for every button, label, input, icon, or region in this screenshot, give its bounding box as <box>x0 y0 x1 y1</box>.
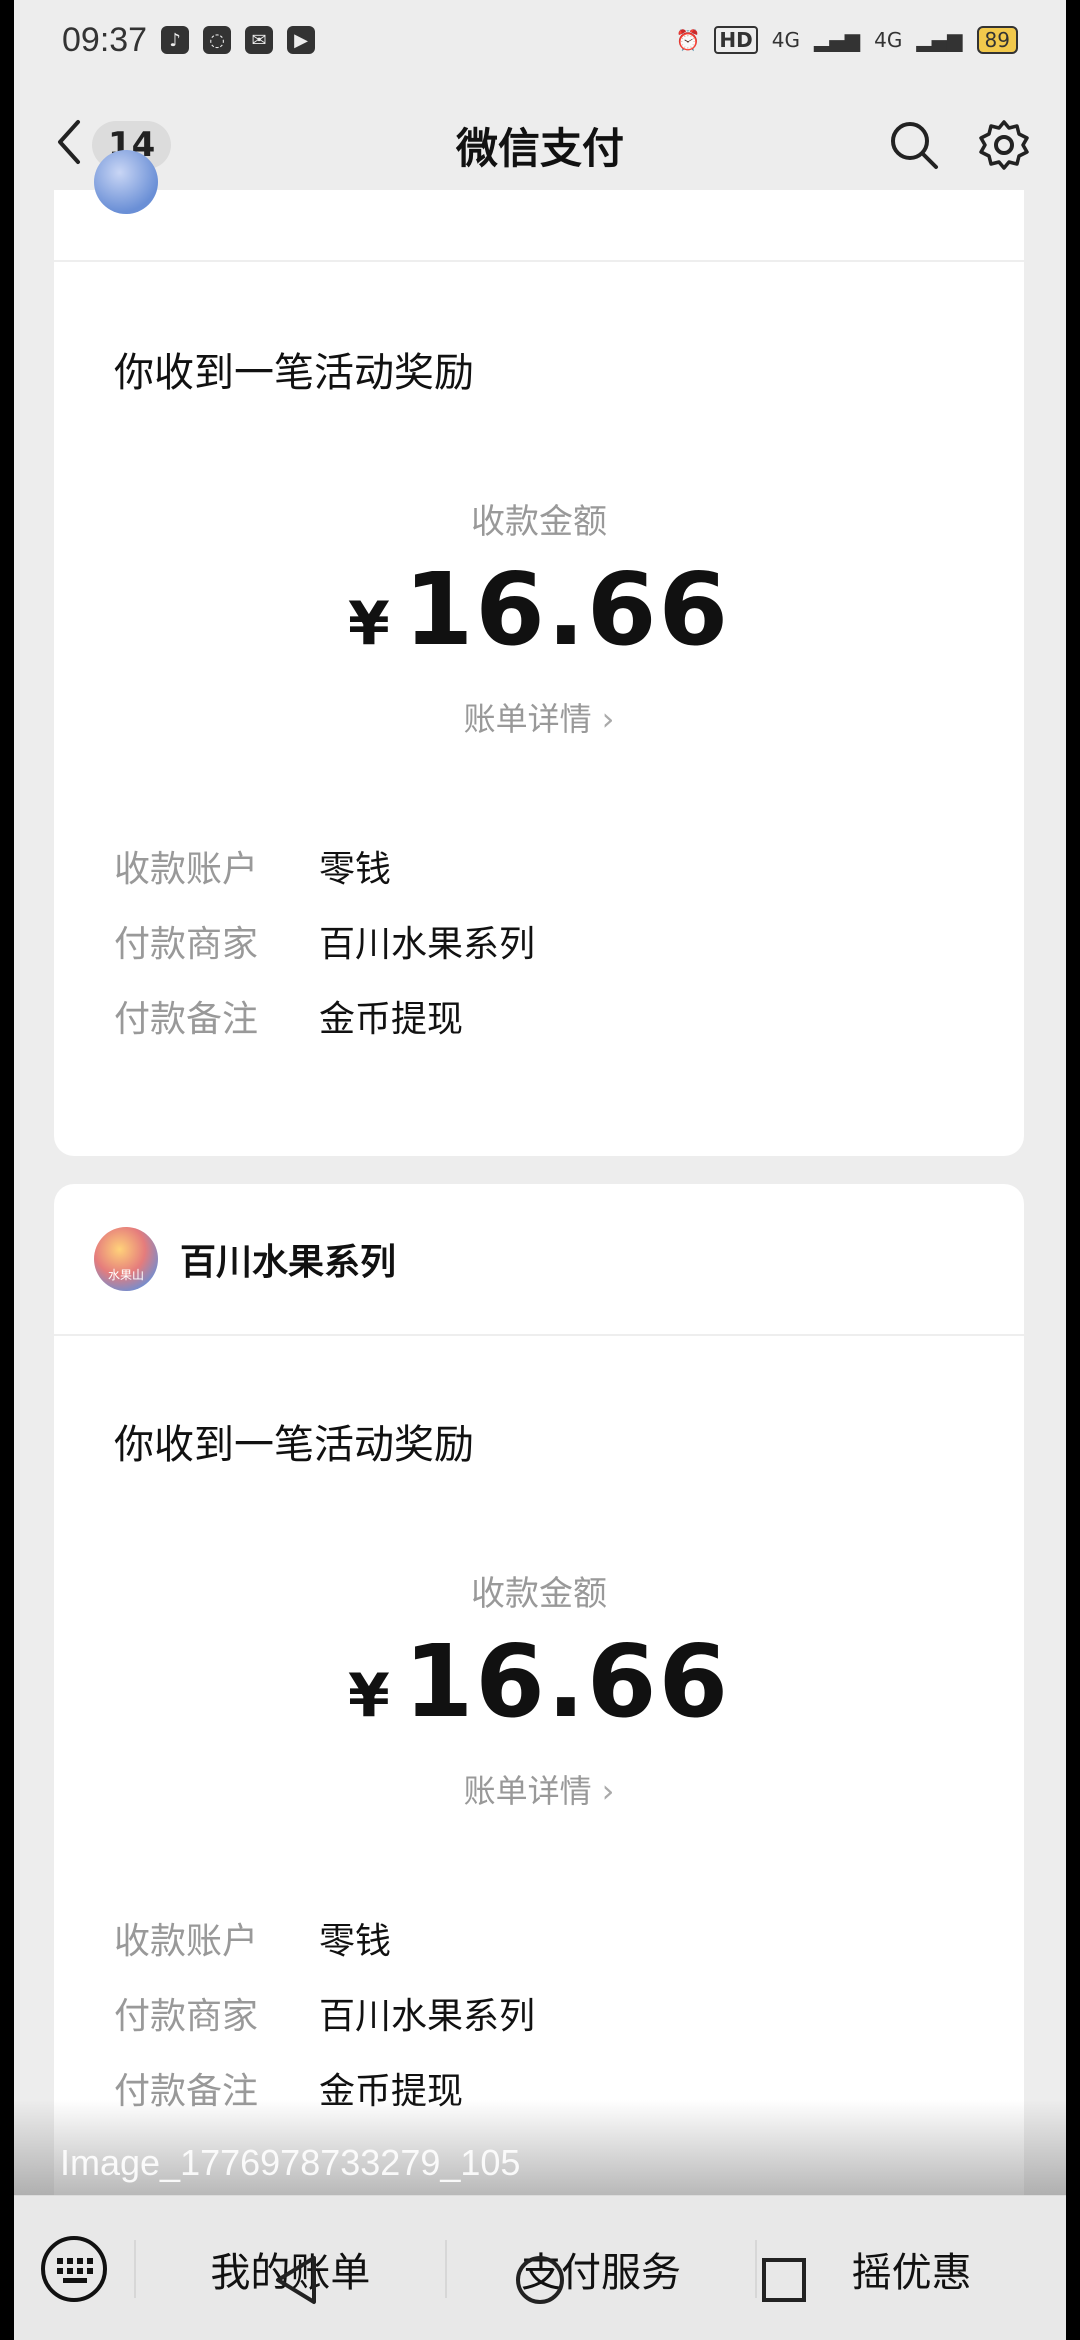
detail-row: 付款商家 百川水果系列 <box>114 903 1024 978</box>
message-title: 你收到一笔活动奖励 <box>114 1422 474 1468</box>
nav-home-icon[interactable] <box>510 2250 570 2310</box>
alarm-icon: ⏰ <box>675 28 701 52</box>
app-icon: ◌ <box>203 26 232 54</box>
chevron-right-icon: › <box>601 1772 615 1810</box>
merchant-name: 百川水果系列 <box>180 1242 397 1283</box>
hd-badge: HD <box>714 26 758 54</box>
keyboard-icon[interactable] <box>14 2234 134 2304</box>
signal-bars-icon: ▂▄▆ <box>916 28 963 52</box>
mail-icon: ✉ <box>245 26 274 54</box>
row-key: 付款备注 <box>114 998 259 1040</box>
merchant-header[interactable]: 水果山 百川水果系列 <box>54 1184 1024 1336</box>
row-key: 收款账户 <box>114 1920 259 1962</box>
signal-4g-2: 4G <box>874 28 903 52</box>
payment-card[interactable]: 你收到一笔活动奖励 收款金额 ¥ 16.66 账单详情 › 收款账户 零钱 付款商… <box>54 150 1024 1156</box>
screen: 09:37 ♪ ◌ ✉ ▶ ⏰ HD 4G ▂▄▆ 4G ▂▄▆ 89 14 微… <box>14 0 1066 2340</box>
video-icon: ▶ <box>287 26 316 54</box>
nav-back-icon[interactable] <box>266 2250 326 2310</box>
currency-symbol: ¥ <box>347 589 390 659</box>
detail-row: 收款账户 零钱 <box>114 828 1024 903</box>
search-icon[interactable] <box>886 117 942 173</box>
amount-value: 16.66 <box>403 1623 731 1740</box>
nav-bar: 14 微信支付 <box>14 90 1066 200</box>
row-value: 零钱 <box>319 1920 392 1962</box>
row-key: 付款商家 <box>114 1995 259 2037</box>
chevron-left-icon <box>54 118 84 173</box>
amount: ¥ 16.66 <box>54 551 1024 668</box>
row-value: 百川水果系列 <box>319 1995 536 2037</box>
row-value: 金币提现 <box>319 998 464 1040</box>
bill-detail-label: 账单详情 <box>463 700 592 738</box>
amount-value: 16.66 <box>403 551 731 668</box>
row-value: 零钱 <box>319 848 392 890</box>
amount-label: 收款金额 <box>471 502 607 542</box>
bill-detail-link[interactable]: 账单详情 › <box>54 1766 1024 1812</box>
detail-row: 付款商家 百川水果系列 <box>114 1975 1024 2050</box>
row-key: 付款商家 <box>114 923 259 965</box>
chevron-right-icon: › <box>601 700 615 738</box>
nav-recents-icon[interactable] <box>754 2250 814 2310</box>
signal-4g-1: 4G <box>771 28 800 52</box>
message-title: 你收到一笔活动奖励 <box>114 350 474 396</box>
page-title: 微信支付 <box>455 123 624 173</box>
bill-detail-link[interactable]: 账单详情 › <box>54 694 1024 740</box>
detail-rows: 收款账户 零钱 付款商家 百川水果系列 付款备注 金币提现 <box>114 828 1024 1053</box>
avatar-text: 水果山 <box>107 1268 144 1282</box>
amount-label: 收款金额 <box>471 1574 607 1614</box>
amount: ¥ 16.66 <box>54 1623 1024 1740</box>
avatar <box>94 150 158 214</box>
avatar: 水果山 <box>94 1227 158 1291</box>
gear-icon[interactable] <box>976 117 1032 173</box>
signal-bars-icon: ▂▄▆ <box>814 28 861 52</box>
status-time: 09:37 <box>62 20 148 59</box>
battery-indicator: 89 <box>976 26 1018 54</box>
currency-symbol: ¥ <box>347 1661 390 1731</box>
detail-row: 付款备注 金币提现 <box>114 978 1024 1053</box>
tiktok-icon: ♪ <box>161 26 190 54</box>
menu-pay-services[interactable]: 支付服务 <box>444 2239 756 2298</box>
image-watermark: Image_1776978733279_105 <box>60 2142 521 2183</box>
row-key: 收款账户 <box>114 848 259 890</box>
bill-detail-label: 账单详情 <box>463 1772 592 1810</box>
status-bar: 09:37 ♪ ◌ ✉ ▶ ⏰ HD 4G ▂▄▆ 4G ▂▄▆ 89 <box>14 0 1066 80</box>
detail-rows: 收款账户 零钱 付款商家 百川水果系列 付款备注 金币提现 <box>114 1900 1024 2125</box>
detail-row: 收款账户 零钱 <box>114 1900 1024 1975</box>
card-header-clipped <box>54 150 1024 262</box>
row-value: 百川水果系列 <box>319 923 536 965</box>
